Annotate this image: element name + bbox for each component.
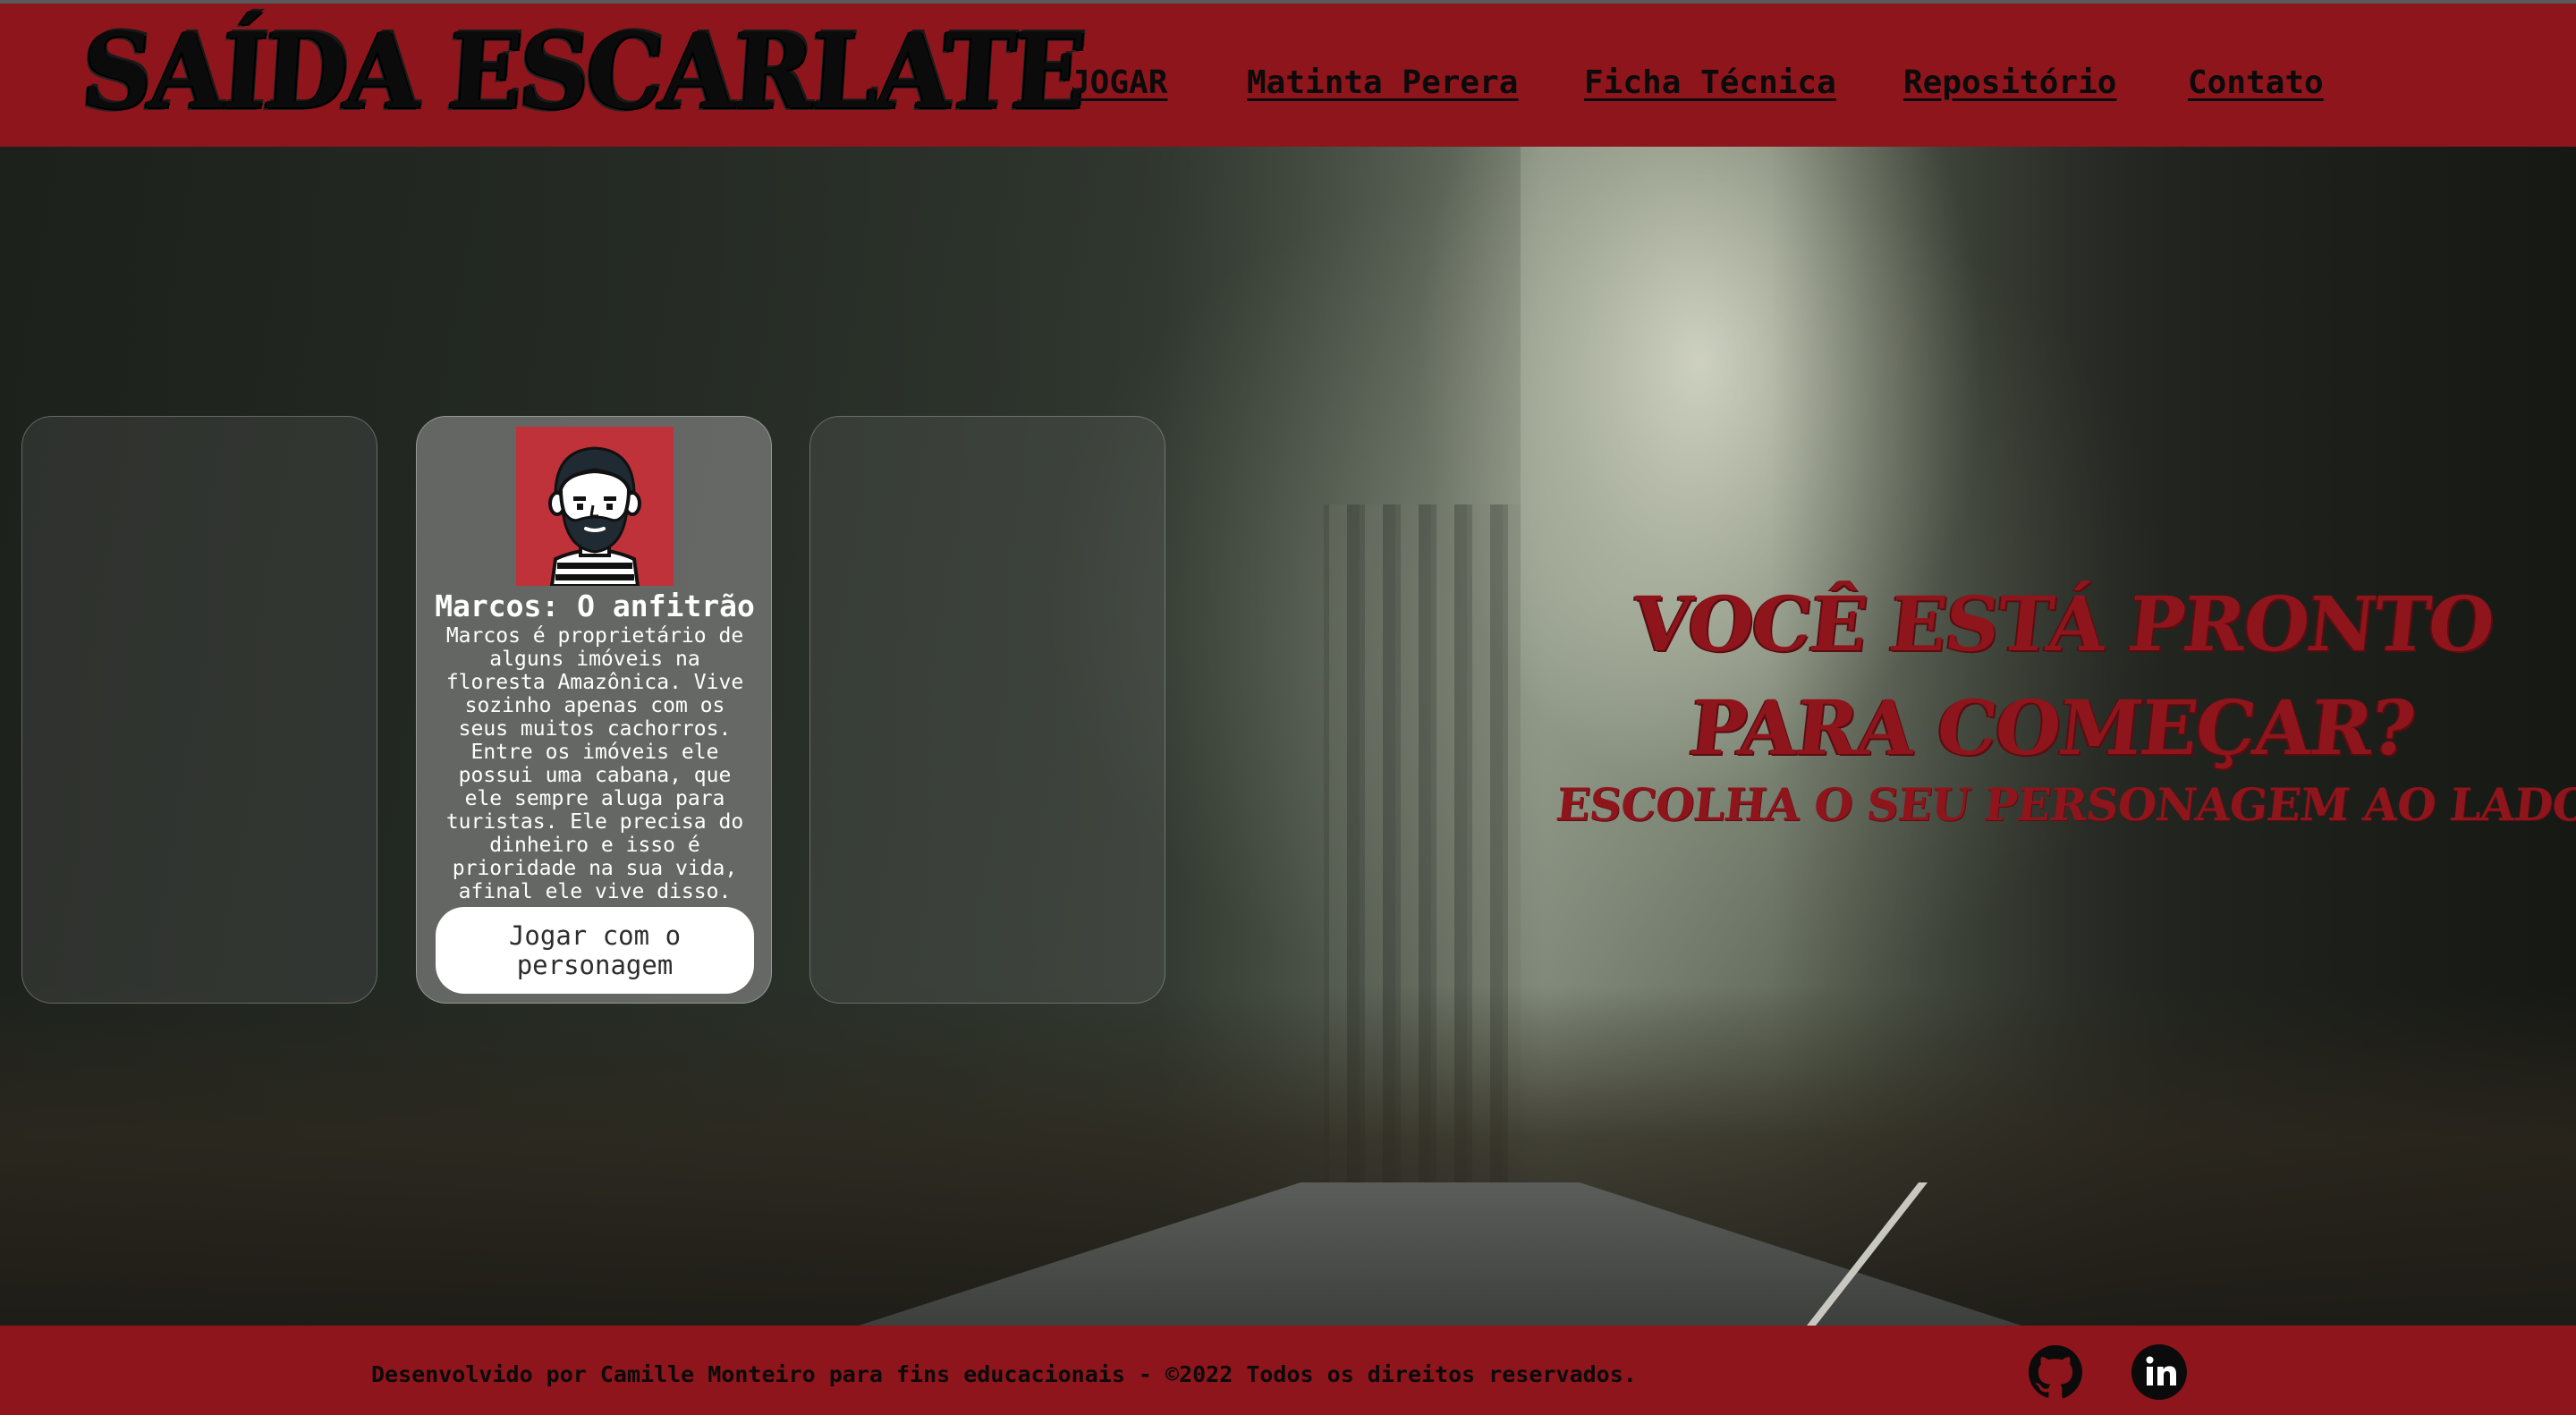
nav-link-repositorio[interactable]: Repositório bbox=[1903, 64, 2116, 101]
character-card-empty-left[interactable] bbox=[21, 416, 377, 1004]
character-name: Marcos: O anfitrão bbox=[435, 589, 755, 623]
hero-title: VOCÊ ESTÁ PRONTO PARA COMEÇAR? bbox=[1628, 580, 2497, 772]
nav-link-matinta-perera[interactable]: Matinta Perera bbox=[1247, 64, 1518, 101]
nav-link-ficha-tecnica[interactable]: Ficha Técnica bbox=[1584, 64, 1836, 101]
page: SAÍDA ESCARLATE JOGAR Matinta Perera Fic… bbox=[0, 0, 2576, 1415]
footer-copyright: Desenvolvido por Camille Monteiro para f… bbox=[371, 1361, 1637, 1387]
site-footer: Desenvolvido por Camille Monteiro para f… bbox=[0, 1326, 2576, 1415]
linkedin-icon[interactable] bbox=[2131, 1343, 2188, 1401]
bearded-man-avatar-icon bbox=[516, 427, 674, 586]
character-card-empty-right[interactable] bbox=[809, 416, 1165, 1004]
site-header: SAÍDA ESCARLATE JOGAR Matinta Perera Fic… bbox=[0, 0, 2576, 147]
character-card-marcos[interactable]: Marcos: O anfitrão Marcos é proprietário… bbox=[416, 416, 772, 1004]
hero-subtitle: ESCOLHA O SEU PERSONAGEM AO LADO: bbox=[1553, 778, 2576, 831]
character-description: Marcos é proprietário de alguns imóveis … bbox=[445, 624, 744, 903]
main-nav: JOGAR Matinta Perera Ficha Técnica Repos… bbox=[0, 4, 2576, 150]
github-icon[interactable] bbox=[2027, 1343, 2084, 1401]
nav-link-contato[interactable]: Contato bbox=[2188, 64, 2324, 101]
play-as-character-button[interactable]: Jogar com o personagem bbox=[436, 907, 754, 994]
nav-link-jogar[interactable]: JOGAR bbox=[1071, 64, 1167, 101]
